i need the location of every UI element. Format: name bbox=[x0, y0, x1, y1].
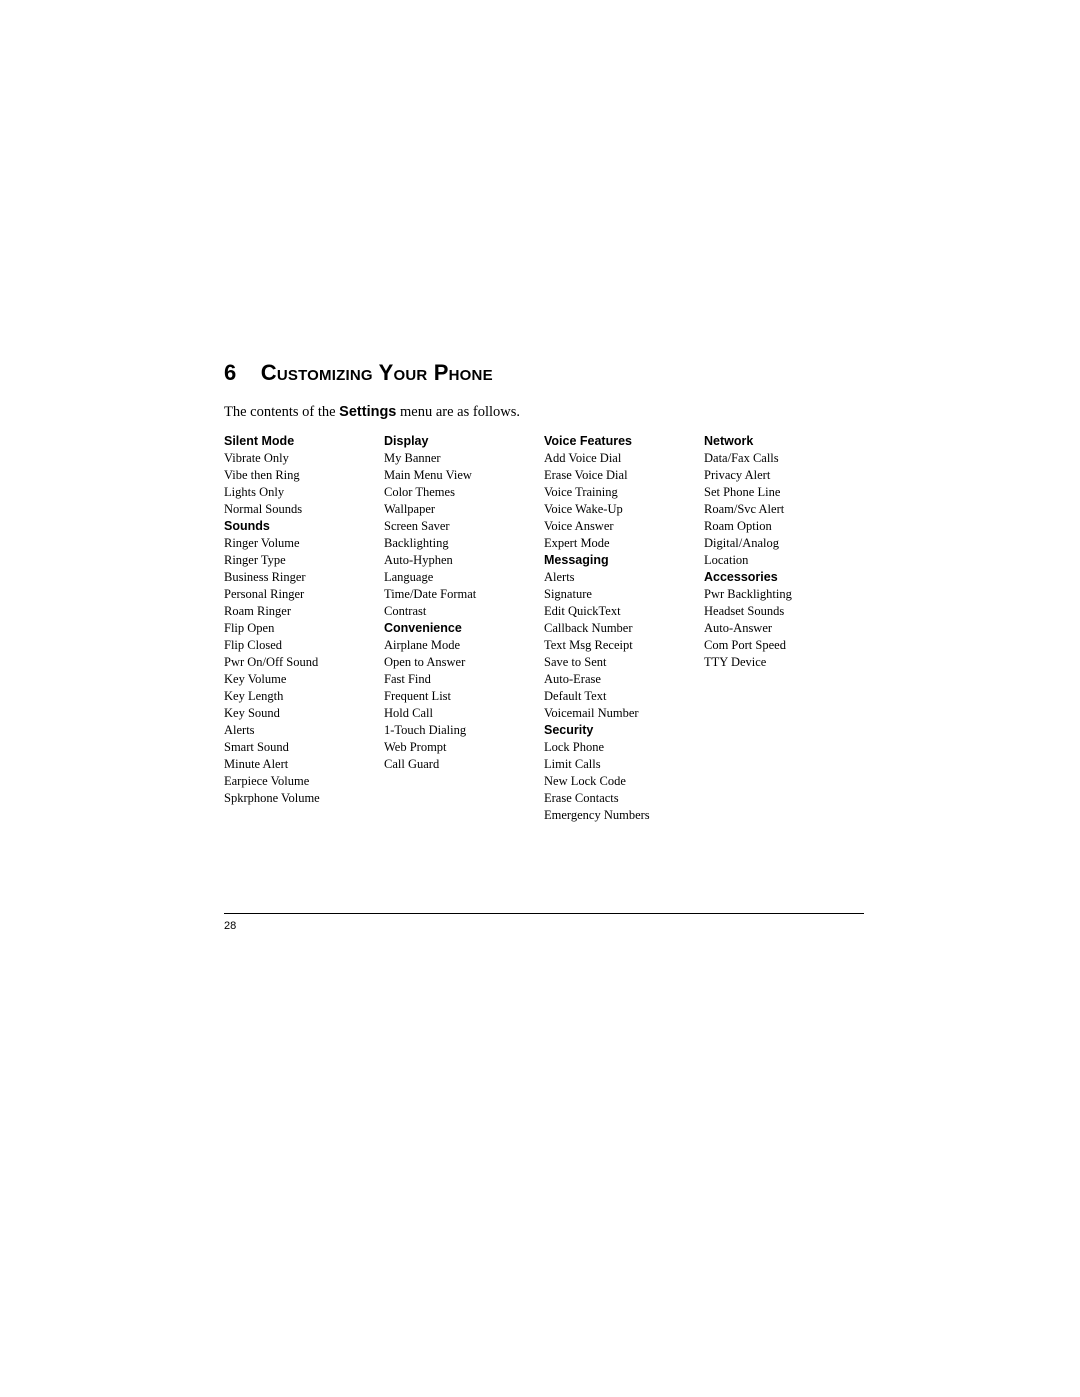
settings-columns: Silent ModeVibrate OnlyVibe then RingLig… bbox=[224, 433, 864, 824]
list-item: Smart Sound bbox=[224, 739, 384, 756]
list-item: Roam Option bbox=[704, 518, 864, 535]
section-header: Sounds bbox=[224, 518, 384, 535]
section-header: Silent Mode bbox=[224, 433, 384, 450]
list-item: Auto-Erase bbox=[544, 671, 704, 688]
list-item: Auto-Answer bbox=[704, 620, 864, 637]
list-item: Emergency Numbers bbox=[544, 807, 704, 824]
list-item: Minute Alert bbox=[224, 756, 384, 773]
section-header: Convenience bbox=[384, 620, 544, 637]
list-item: 1-Touch Dialing bbox=[384, 722, 544, 739]
list-item: Default Text bbox=[544, 688, 704, 705]
list-item: Personal Ringer bbox=[224, 586, 384, 603]
list-item: Main Menu View bbox=[384, 467, 544, 484]
list-item: Erase Voice Dial bbox=[544, 467, 704, 484]
list-item: Flip Closed bbox=[224, 637, 384, 654]
list-item: Open to Answer bbox=[384, 654, 544, 671]
list-item: Key Length bbox=[224, 688, 384, 705]
list-item: Key Sound bbox=[224, 705, 384, 722]
list-item: Lock Phone bbox=[544, 739, 704, 756]
list-item: Lights Only bbox=[224, 484, 384, 501]
list-item: Key Volume bbox=[224, 671, 384, 688]
intro-prefix: The contents of the bbox=[224, 404, 339, 420]
section-header: Voice Features bbox=[544, 433, 704, 450]
intro-text: The contents of the Settings menu are as… bbox=[224, 404, 864, 421]
list-item: New Lock Code bbox=[544, 773, 704, 790]
list-item: TTY Device bbox=[704, 654, 864, 671]
list-item: Roam Ringer bbox=[224, 603, 384, 620]
list-item: Add Voice Dial bbox=[544, 450, 704, 467]
column: Voice FeaturesAdd Voice DialErase Voice … bbox=[544, 433, 704, 824]
section-header: Display bbox=[384, 433, 544, 450]
list-item: Vibe then Ring bbox=[224, 467, 384, 484]
list-item: Fast Find bbox=[384, 671, 544, 688]
list-item: Expert Mode bbox=[544, 535, 704, 552]
list-item: Auto-Hyphen bbox=[384, 552, 544, 569]
section-header: Network bbox=[704, 433, 864, 450]
list-item: Alerts bbox=[544, 569, 704, 586]
chapter-title: Customizing Your Phone bbox=[261, 360, 493, 385]
list-item: Contrast bbox=[384, 603, 544, 620]
list-item: Callback Number bbox=[544, 620, 704, 637]
list-item: Business Ringer bbox=[224, 569, 384, 586]
list-item: Signature bbox=[544, 586, 704, 603]
list-item: Alerts bbox=[224, 722, 384, 739]
list-item: Language bbox=[384, 569, 544, 586]
intro-bold: Settings bbox=[339, 404, 396, 420]
list-item: Hold Call bbox=[384, 705, 544, 722]
list-item: My Banner bbox=[384, 450, 544, 467]
list-item: Pwr Backlighting bbox=[704, 586, 864, 603]
footer-rule bbox=[224, 913, 864, 914]
section-header: Security bbox=[544, 722, 704, 739]
list-item: Wallpaper bbox=[384, 501, 544, 518]
list-item: Airplane Mode bbox=[384, 637, 544, 654]
list-item: Data/Fax Calls bbox=[704, 450, 864, 467]
column: NetworkData/Fax CallsPrivacy AlertSet Ph… bbox=[704, 433, 864, 824]
column: DisplayMy BannerMain Menu ViewColor Them… bbox=[384, 433, 544, 824]
list-item: Vibrate Only bbox=[224, 450, 384, 467]
list-item: Erase Contacts bbox=[544, 790, 704, 807]
list-item: Roam/Svc Alert bbox=[704, 501, 864, 518]
list-item: Voice Answer bbox=[544, 518, 704, 535]
section-header: Messaging bbox=[544, 552, 704, 569]
list-item: Set Phone Line bbox=[704, 484, 864, 501]
list-item: Ringer Type bbox=[224, 552, 384, 569]
list-item: Pwr On/Off Sound bbox=[224, 654, 384, 671]
page-number: 28 bbox=[224, 920, 236, 932]
list-item: Privacy Alert bbox=[704, 467, 864, 484]
list-item: Spkrphone Volume bbox=[224, 790, 384, 807]
list-item: Ringer Volume bbox=[224, 535, 384, 552]
list-item: Edit QuickText bbox=[544, 603, 704, 620]
chapter-number: 6 bbox=[224, 360, 236, 386]
list-item: Screen Saver bbox=[384, 518, 544, 535]
list-item: Limit Calls bbox=[544, 756, 704, 773]
list-item: Voice Training bbox=[544, 484, 704, 501]
list-item: Backlighting bbox=[384, 535, 544, 552]
list-item: Headset Sounds bbox=[704, 603, 864, 620]
list-item: Normal Sounds bbox=[224, 501, 384, 518]
list-item: Frequent List bbox=[384, 688, 544, 705]
list-item: Web Prompt bbox=[384, 739, 544, 756]
list-item: Time/Date Format bbox=[384, 586, 544, 603]
chapter-heading: 6 Customizing Your Phone bbox=[224, 360, 864, 386]
intro-suffix: menu are as follows. bbox=[396, 404, 520, 420]
list-item: Flip Open bbox=[224, 620, 384, 637]
list-item: Digital/Analog bbox=[704, 535, 864, 552]
list-item: Voicemail Number bbox=[544, 705, 704, 722]
section-header: Accessories bbox=[704, 569, 864, 586]
list-item: Color Themes bbox=[384, 484, 544, 501]
list-item: Location bbox=[704, 552, 864, 569]
page-content: 6 Customizing Your Phone The contents of… bbox=[224, 360, 864, 824]
list-item: Com Port Speed bbox=[704, 637, 864, 654]
list-item: Call Guard bbox=[384, 756, 544, 773]
list-item: Save to Sent bbox=[544, 654, 704, 671]
list-item: Text Msg Receipt bbox=[544, 637, 704, 654]
list-item: Voice Wake-Up bbox=[544, 501, 704, 518]
list-item: Earpiece Volume bbox=[224, 773, 384, 790]
column: Silent ModeVibrate OnlyVibe then RingLig… bbox=[224, 433, 384, 824]
